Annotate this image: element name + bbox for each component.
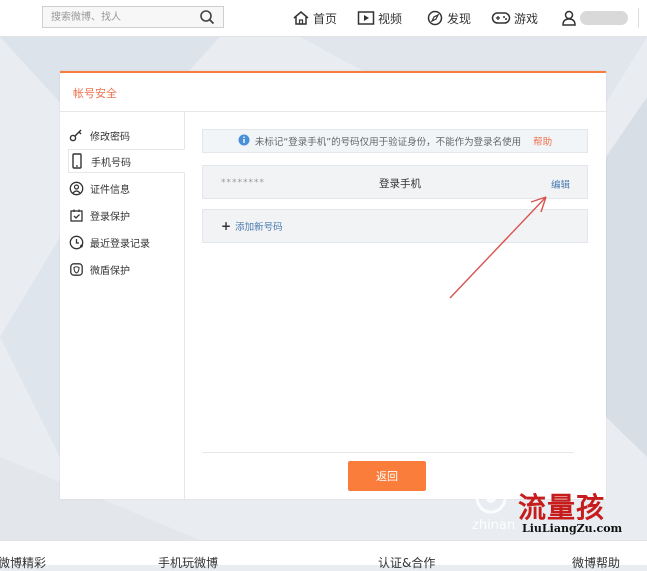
shield-icon [68, 261, 84, 277]
footer-link[interactable]: 微博精彩 [0, 554, 46, 571]
nav-video-label: 视频 [378, 11, 403, 26]
info-icon [238, 134, 250, 149]
notice-text: 未标记“登录手机”的号码仅用于验证身份，不能作为登录名使用 [254, 137, 522, 148]
sidebar-item-id-info[interactable]: 证件信息 [68, 176, 184, 200]
nav-divider [638, 8, 639, 28]
sidebar-item-label: 微盾保护 [90, 265, 130, 277]
watermark-url: LiuLiangZu.com [522, 522, 623, 535]
nav-home-label: 首页 [313, 11, 338, 26]
phone-number-value: ******** [221, 178, 265, 188]
nav-game-label: 游戏 [514, 11, 539, 26]
username-redacted [580, 11, 628, 25]
video-icon [357, 10, 375, 26]
top-navigation-bar: 首页 视频 发现 游戏 [0, 0, 647, 37]
panel-title: 帐号安全 [73, 87, 117, 100]
panel-header: 帐号安全 [60, 73, 606, 112]
add-phone-button[interactable]: + 添加新号码 [202, 209, 588, 243]
recent-login-icon [68, 234, 84, 250]
sidebar-item-change-password[interactable]: 修改密码 [68, 123, 184, 147]
sidebar-item-label: 手机号码 [91, 157, 131, 169]
search-box [42, 6, 224, 28]
help-link[interactable]: 帮助 [533, 134, 552, 148]
watermark-brand: 流量孩 [518, 491, 606, 524]
home-icon [292, 10, 310, 26]
sidebar-item-label: 修改密码 [90, 131, 130, 143]
sidebar-item-label: 登录保护 [90, 211, 130, 223]
search-input[interactable] [43, 7, 201, 27]
watermark-text: zhinan [472, 518, 516, 533]
id-card-icon [68, 180, 84, 196]
bottom-divider [202, 452, 574, 453]
sidebar-item-login-protection[interactable]: 登录保护 [68, 203, 184, 227]
footer-link[interactable]: 微博帮助 [572, 554, 620, 571]
account-security-panel: 帐号安全 修改密码 手机号码 证件信息 登录保护 最近登录记录 微盾保护 未标记… [60, 71, 606, 499]
nav-home[interactable]: 首页 [292, 9, 337, 27]
sidebar-item-recent-login[interactable]: 最近登录记录 [68, 230, 184, 254]
login-protect-icon [68, 207, 84, 223]
plus-icon: + [221, 219, 232, 233]
nav-game[interactable]: 游戏 [491, 9, 538, 27]
sidebar-item-shield-protection[interactable]: 微盾保护 [68, 257, 184, 281]
user-menu[interactable] [561, 9, 577, 27]
footer-link[interactable]: 认证&合作 [378, 554, 435, 571]
compass-icon [426, 10, 444, 26]
phone-type-label: 登录手机 [379, 178, 421, 190]
key-icon [68, 127, 84, 143]
edit-phone-link[interactable]: 编辑 [551, 177, 570, 191]
footer-link[interactable]: 手机玩微博 [158, 554, 218, 571]
phone-notice: 未标记“登录手机”的号码仅用于验证身份，不能作为登录名使用 帮助 [202, 129, 588, 153]
phone-number-row: ******** 登录手机 编辑 [202, 165, 588, 199]
gamepad-icon [491, 10, 511, 26]
security-sidebar: 修改密码 手机号码 证件信息 登录保护 最近登录记录 微盾保护 [60, 112, 185, 499]
nav-discover[interactable]: 发现 [426, 9, 471, 27]
return-button[interactable]: 返回 [348, 461, 426, 491]
sidebar-item-label: 证件信息 [90, 184, 130, 196]
nav-video[interactable]: 视频 [357, 9, 402, 27]
add-phone-label: 添加新号码 [235, 222, 283, 233]
nav-discover-label: 发现 [447, 11, 472, 26]
footer: 微博精彩 手机玩微博 认证&合作 微博帮助 [0, 540, 647, 570]
user-icon [561, 10, 577, 26]
phone-icon [69, 153, 85, 169]
sidebar-item-phone-number[interactable]: 手机号码 [68, 149, 185, 173]
sidebar-item-label: 最近登录记录 [90, 238, 150, 250]
search-icon[interactable] [199, 9, 215, 28]
